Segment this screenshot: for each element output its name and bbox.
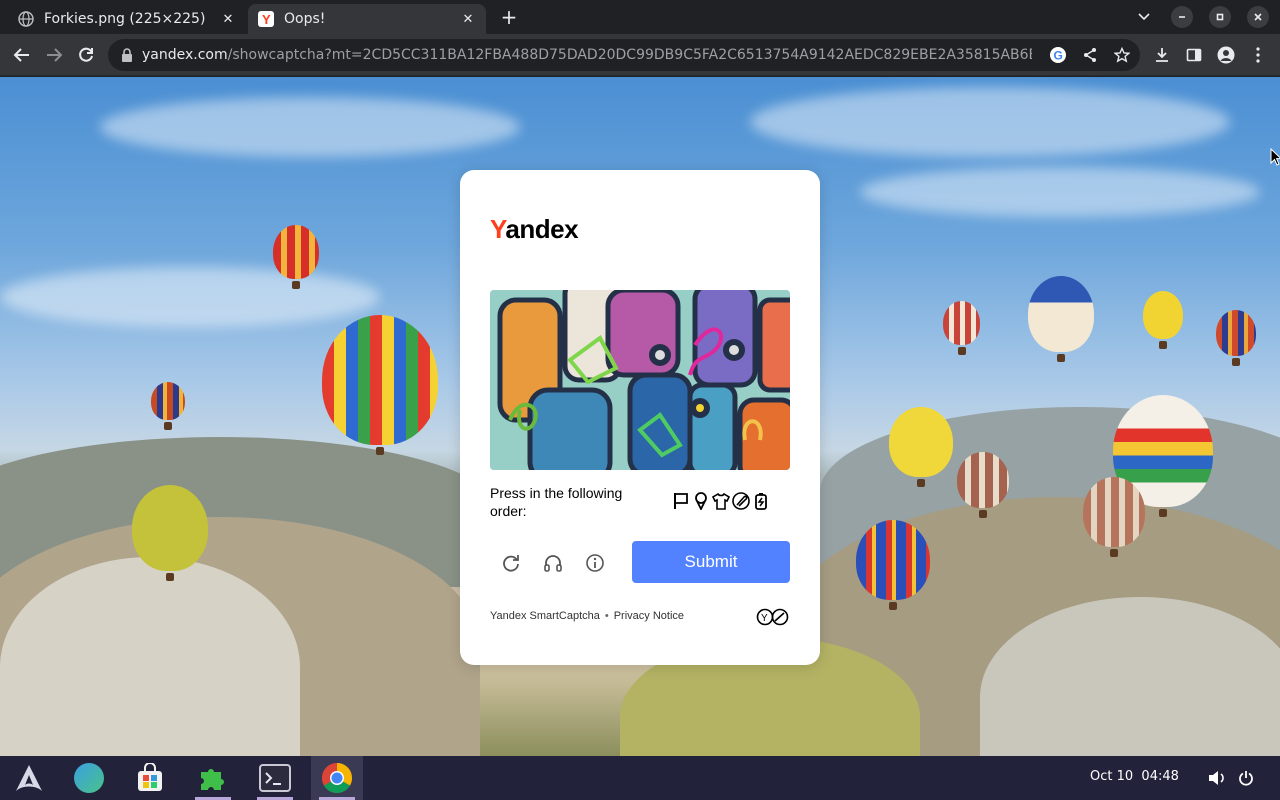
close-tab-icon[interactable]: ✕ — [460, 11, 476, 27]
reload-icon[interactable] — [74, 43, 98, 67]
page-background: Yandex Press in the following order: Sub… — [0, 77, 1280, 756]
url-text: yandex.com/showcaptcha?mt=2CD5CC311BA12F… — [142, 47, 1032, 63]
privacy-notice-link[interactable]: Privacy Notice — [614, 610, 684, 622]
hot-air-balloon — [1216, 310, 1256, 366]
hot-air-balloon — [273, 225, 319, 289]
captcha-card: Yandex Press in the following order: Sub… — [460, 170, 820, 665]
audio-headphones-icon[interactable] — [540, 550, 566, 576]
tab-forkies[interactable]: Forkies.png (225×225) ✕ — [8, 4, 246, 34]
yandex-logo: Yandex — [490, 214, 579, 244]
hot-air-balloon — [957, 452, 1009, 518]
cloud — [0, 267, 380, 327]
close-tab-icon[interactable]: ✕ — [220, 11, 236, 27]
share-icon[interactable] — [1080, 45, 1100, 65]
forward-icon[interactable] — [42, 43, 66, 67]
yandex-icon: Y — [258, 11, 274, 27]
tab-title: Forkies.png (225×225) — [44, 11, 206, 27]
smartcaptcha-link[interactable]: Yandex SmartCaptcha — [490, 610, 600, 622]
maximize-icon[interactable] — [1209, 6, 1231, 28]
browser-toolbar: yandex.com/showcaptcha?mt=2CD5CC311BA12F… — [0, 34, 1280, 76]
mouse-cursor-icon — [1270, 147, 1280, 170]
globe-browser-icon[interactable] — [63, 756, 115, 800]
footer-separator: • — [604, 610, 609, 622]
svg-text:Y: Y — [262, 12, 271, 27]
tshirt-icon — [712, 491, 730, 511]
hot-air-balloon — [856, 520, 930, 610]
captcha-instruction: Press in the following order: — [490, 485, 623, 519]
taskbar: Oct 10 04:48 — [0, 756, 1280, 800]
tab-oops[interactable]: Y Oops! ✕ — [248, 4, 486, 34]
profile-icon[interactable] — [1214, 43, 1238, 67]
cloud — [860, 167, 1260, 217]
hot-air-balloon — [1083, 477, 1145, 557]
captcha-image[interactable] — [490, 290, 790, 470]
cloud — [750, 87, 1230, 157]
volume-icon[interactable] — [1207, 768, 1227, 788]
svg-text:G: G — [1054, 49, 1063, 63]
bookmark-star-icon[interactable] — [1112, 45, 1132, 65]
submit-button[interactable]: Submit — [632, 541, 790, 583]
captcha-footer: Yandex SmartCaptcha • Privacy Notice — [490, 610, 684, 622]
hot-air-balloon — [1028, 276, 1094, 362]
svg-text:Y: Y — [761, 613, 768, 624]
tab-title: Oops! — [284, 11, 326, 27]
arch-launcher-icon[interactable] — [3, 756, 55, 800]
flag-icon — [672, 491, 690, 511]
info-icon[interactable] — [582, 550, 608, 576]
hot-air-balloon — [132, 485, 208, 581]
cloud — [100, 97, 520, 157]
store-icon[interactable] — [124, 756, 176, 800]
puzzle-icon[interactable] — [187, 756, 239, 800]
hot-air-balloon — [322, 315, 438, 455]
paperclip-icon — [732, 491, 750, 511]
terminal-icon[interactable] — [249, 756, 301, 800]
hot-air-balloon — [889, 407, 953, 487]
power-icon[interactable] — [1236, 768, 1256, 788]
menu-kebab-icon[interactable] — [1246, 43, 1270, 67]
tab-search-icon[interactable] — [1133, 6, 1155, 28]
refresh-icon[interactable] — [498, 550, 524, 576]
side-panel-icon[interactable] — [1182, 43, 1206, 67]
hot-air-balloon — [943, 301, 980, 355]
hot-air-balloon — [151, 382, 185, 430]
back-icon[interactable] — [10, 43, 34, 67]
minimize-icon[interactable] — [1171, 6, 1193, 28]
order-sequence — [672, 491, 770, 511]
tab-strip: Forkies.png (225×225) ✕ Y Oops! ✕ + — [0, 0, 1280, 34]
taskbar-clock[interactable]: Oct 10 04:48 — [1090, 769, 1179, 784]
battery-icon — [752, 491, 770, 511]
google-lens-icon[interactable]: G — [1048, 45, 1068, 65]
clock-time: 04:48 — [1141, 769, 1179, 784]
chrome-icon[interactable] — [311, 756, 363, 800]
new-tab-button[interactable]: + — [498, 5, 520, 29]
ice-cream-icon — [692, 491, 710, 511]
close-window-icon[interactable] — [1247, 6, 1269, 28]
smartcaptcha-logo-icon: Y — [756, 608, 790, 626]
address-bar[interactable]: yandex.com/showcaptcha?mt=2CD5CC311BA12F… — [108, 39, 1140, 71]
globe-icon — [18, 11, 34, 27]
clock-date: Oct 10 — [1090, 769, 1134, 784]
lock-icon[interactable] — [120, 48, 134, 62]
hot-air-balloon — [1143, 291, 1183, 349]
download-icon[interactable] — [1150, 43, 1174, 67]
